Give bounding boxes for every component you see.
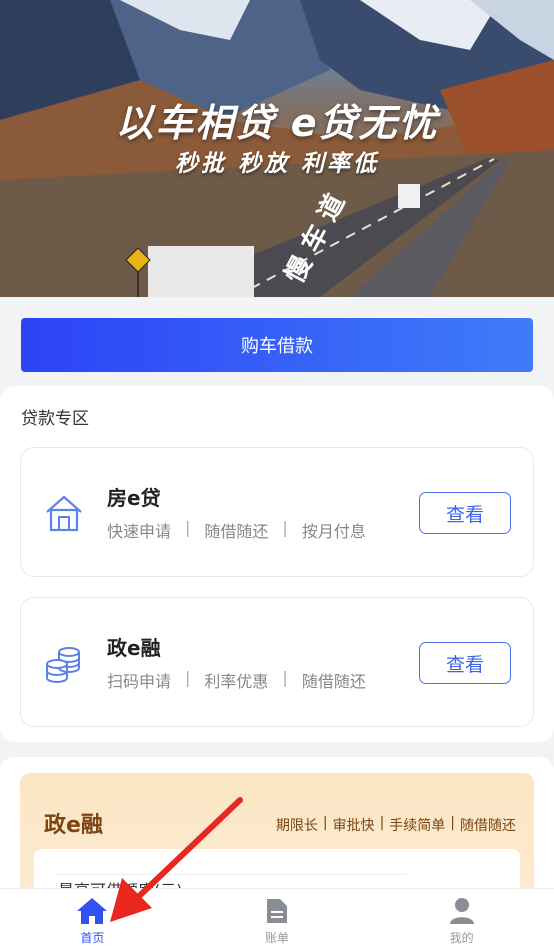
- card-tags: 扫码申请 | 利率优惠 | 随借随还: [107, 668, 366, 692]
- divider: |: [185, 518, 191, 537]
- card-title: 房e贷: [107, 486, 161, 510]
- divider: |: [185, 668, 191, 687]
- card-title: 政e融: [107, 636, 161, 660]
- tag: 随借随还: [204, 522, 269, 541]
- bottom-tab-bar: 首页 账单 我的: [0, 888, 554, 949]
- loan-card-gov[interactable]: 政e融 扫码申请 | 利率优惠 | 随借随还 查看: [20, 597, 534, 727]
- tag: 随借随还: [301, 672, 366, 691]
- tab-label: 首页: [80, 931, 105, 945]
- banner-title: 以车相贷 e贷无忧: [115, 101, 439, 145]
- divider-line: [56, 874, 406, 875]
- divider: |: [282, 668, 288, 687]
- hero-banner[interactable]: 慢 车 道 以车相贷 e贷无忧 秒批 秒放 利率低: [0, 0, 554, 297]
- banner-subtitle: 秒批 秒放 利率低: [174, 151, 379, 177]
- tag: 快速申请: [107, 522, 172, 541]
- tab-bill[interactable]: 账单: [185, 889, 370, 949]
- tab-label: 我的: [449, 931, 474, 945]
- user-icon: [449, 898, 474, 924]
- divider: |: [322, 815, 328, 831]
- car-loan-button[interactable]: 购车借款: [21, 318, 533, 372]
- loan-card-house[interactable]: 房e贷 快速申请 | 随借随还 | 按月付息 查看: [20, 447, 534, 577]
- tag: 扫码申请: [107, 672, 172, 691]
- coins-icon: [46, 647, 80, 683]
- promo-tags: 期限长 | 审批快 | 手续简单 | 随借随还: [276, 815, 516, 835]
- house-icon: [46, 495, 82, 532]
- divider: |: [450, 815, 455, 831]
- view-button[interactable]: 查看: [419, 492, 511, 534]
- view-button[interactable]: 查看: [419, 642, 511, 684]
- tag: 利率优惠: [204, 672, 269, 691]
- home-icon: [77, 898, 108, 924]
- tag: 手续简单: [389, 818, 446, 834]
- loan-zone-section: 贷款专区 房e贷 快速申请 | 随借随还 | 按月付息 查看 政e融 扫码申请: [0, 386, 554, 742]
- tag: 期限长: [275, 818, 318, 834]
- tab-label: 账单: [265, 931, 290, 945]
- tab-home[interactable]: 首页: [0, 889, 185, 949]
- document-icon: [267, 899, 287, 923]
- tab-mine[interactable]: 我的: [369, 889, 554, 949]
- card-tags: 快速申请 | 随借随还 | 按月付息: [107, 518, 366, 542]
- promo-title: 政e融: [44, 813, 103, 838]
- tag: 审批快: [332, 818, 375, 834]
- section-title: 贷款专区: [21, 409, 89, 429]
- tag: 按月付息: [301, 522, 366, 541]
- divider: |: [379, 815, 385, 831]
- divider: |: [282, 518, 288, 537]
- tag: 随借随还: [460, 818, 516, 834]
